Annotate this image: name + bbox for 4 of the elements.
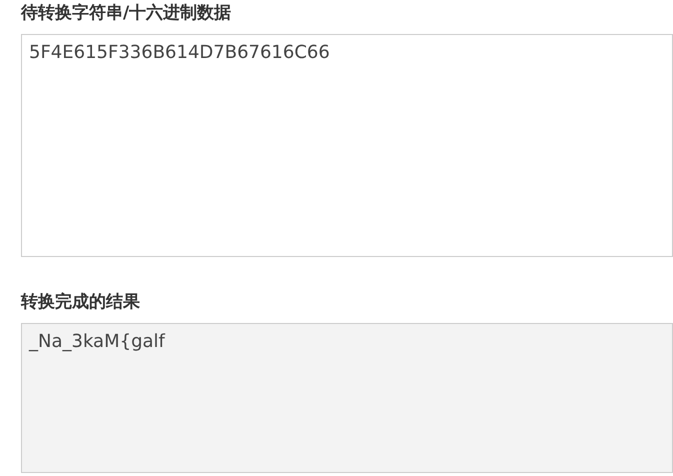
- text-field[interactable]: 5F4E615F336B614D7B67616C66: [21, 34, 673, 257]
- section-label: 待转换字符串/十六进制数据: [21, 2, 232, 24]
- result-field[interactable]: _Na_3kaM{galf: [21, 323, 673, 473]
- section-label: 转换完成的结果: [21, 291, 141, 313]
